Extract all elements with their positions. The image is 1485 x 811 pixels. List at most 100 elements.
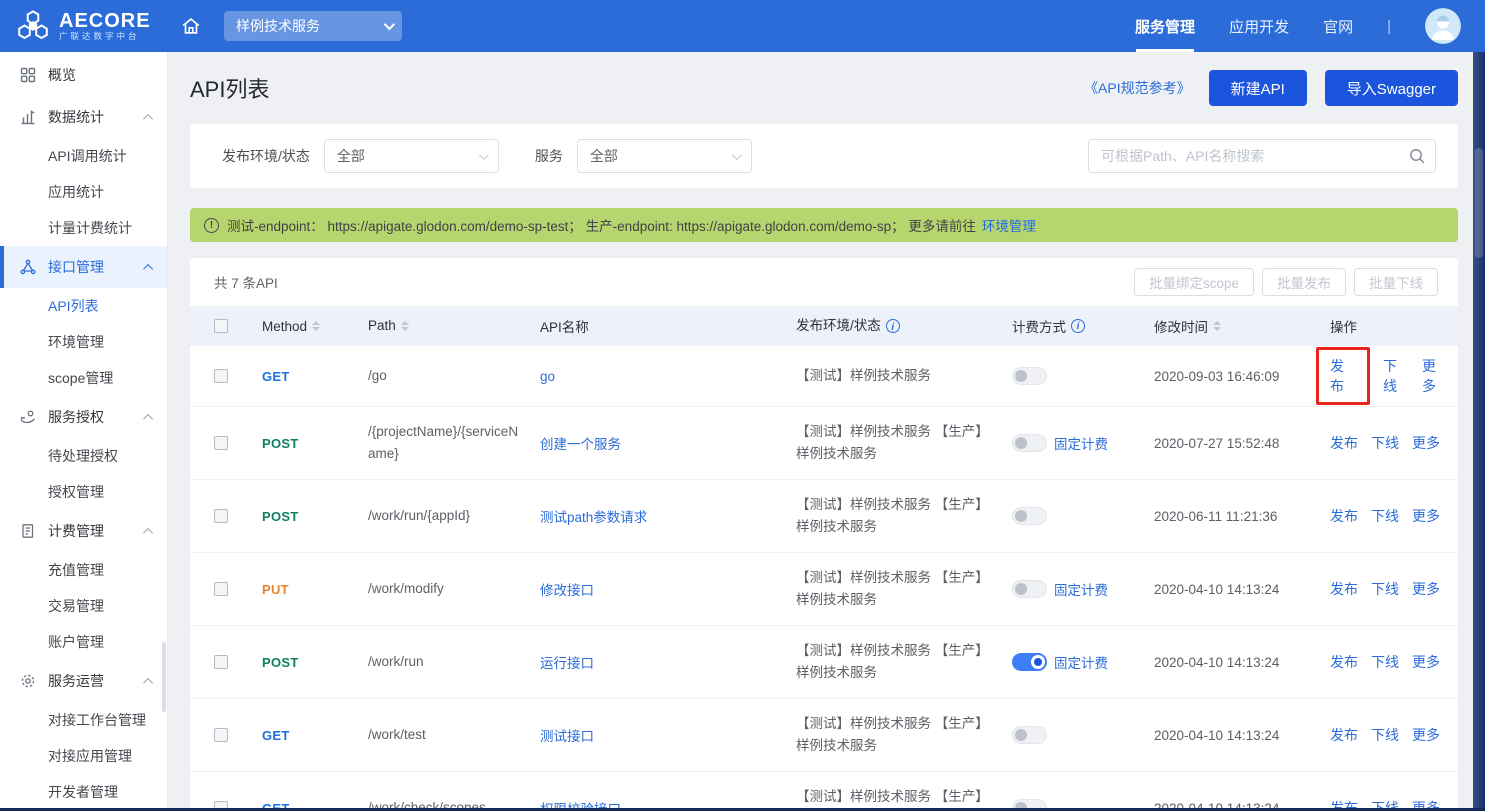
topnav-service-management[interactable]: 服务管理 xyxy=(1135,0,1195,52)
more-link[interactable]: 更多 xyxy=(1422,356,1448,396)
offline-link[interactable]: 下线 xyxy=(1371,725,1399,745)
sort-icon[interactable] xyxy=(312,321,320,331)
row-checkbox[interactable] xyxy=(214,509,228,523)
sidebar-item-metering-billing-stats[interactable]: 计量计费统计 xyxy=(0,210,167,246)
api-name-link[interactable]: go xyxy=(540,369,555,384)
sidebar-group-service-operation[interactable]: 服务运营 xyxy=(0,660,167,702)
table-toolbar: 共 7 条API 批量绑定scope 批量发布 批量下线 xyxy=(190,258,1458,306)
service-select[interactable]: 全部 xyxy=(577,139,752,173)
offline-link[interactable]: 下线 xyxy=(1371,652,1399,672)
topnav-app-development[interactable]: 应用开发 xyxy=(1229,0,1289,52)
page-scrollbar[interactable] xyxy=(1473,52,1485,811)
billing-toggle[interactable] xyxy=(1012,507,1047,525)
sidebar-item-label: 接口管理 xyxy=(48,257,104,277)
sidebar-group-service-authorization[interactable]: 服务授权 xyxy=(0,396,167,438)
sidebar-item-label: 数据统计 xyxy=(48,107,104,127)
import-swagger-button[interactable]: 导入Swagger xyxy=(1325,70,1458,106)
collapse-caret-icon[interactable] xyxy=(143,413,153,423)
billing-type-link[interactable]: 固定计费 xyxy=(1054,579,1108,599)
info-icon[interactable] xyxy=(886,319,900,333)
api-name-link[interactable]: 运行接口 xyxy=(540,652,594,672)
more-link[interactable]: 更多 xyxy=(1412,652,1440,672)
sidebar-item-transaction-management[interactable]: 交易管理 xyxy=(0,588,167,624)
batch-bind-scope-button[interactable]: 批量绑定scope xyxy=(1134,268,1254,296)
row-checkbox[interactable] xyxy=(214,582,228,596)
row-checkbox[interactable] xyxy=(214,436,228,450)
sidebar-item-api-call-stats[interactable]: API调用统计 xyxy=(0,138,167,174)
sidebar-item-account-management[interactable]: 账户管理 xyxy=(0,624,167,660)
column-header-path: Path xyxy=(368,315,396,337)
collapse-caret-icon[interactable] xyxy=(143,113,153,123)
more-link[interactable]: 更多 xyxy=(1412,433,1440,453)
search-input[interactable] xyxy=(1088,139,1436,173)
collapse-caret-icon[interactable] xyxy=(143,527,153,537)
column-header-modified-time: 修改时间 xyxy=(1154,316,1208,336)
info-icon[interactable] xyxy=(1071,319,1085,333)
publish-link[interactable]: 发布 xyxy=(1330,652,1358,672)
sort-icon[interactable] xyxy=(1213,321,1221,331)
home-icon[interactable] xyxy=(180,15,202,37)
collapse-caret-icon[interactable] xyxy=(143,263,153,273)
collapse-caret-icon[interactable] xyxy=(143,677,153,687)
sidebar-item-app-integration[interactable]: 对接应用管理 xyxy=(0,738,167,774)
api-name-link[interactable]: 测试接口 xyxy=(540,725,594,745)
billing-toggle[interactable] xyxy=(1012,367,1047,385)
api-name-link[interactable]: 测试path参数请求 xyxy=(540,506,647,526)
offline-link[interactable]: 下线 xyxy=(1371,579,1399,599)
row-checkbox[interactable] xyxy=(214,728,228,742)
sidebar-scrollbar[interactable] xyxy=(162,642,166,712)
more-link[interactable]: 更多 xyxy=(1412,506,1440,526)
batch-publish-button[interactable]: 批量发布 xyxy=(1262,268,1346,296)
sidebar-item-workbench-integration[interactable]: 对接工作台管理 xyxy=(0,702,167,738)
sidebar-item-recharge-management[interactable]: 充值管理 xyxy=(0,552,167,588)
batch-offline-button[interactable]: 批量下线 xyxy=(1354,268,1438,296)
page-scrollbar-thumb[interactable] xyxy=(1475,148,1483,258)
sidebar-item-pending-authorization[interactable]: 待处理授权 xyxy=(0,438,167,474)
method-badge: POST xyxy=(262,655,299,670)
api-spec-reference-link[interactable]: 《API规范参考》 xyxy=(1084,78,1191,98)
billing-type-link[interactable]: 固定计费 xyxy=(1054,433,1108,453)
publish-link[interactable]: 发布 xyxy=(1330,433,1358,453)
billing-type-link[interactable]: 固定计费 xyxy=(1054,652,1108,672)
api-name-link[interactable]: 修改接口 xyxy=(540,579,594,599)
sidebar-item-authorization-management[interactable]: 授权管理 xyxy=(0,474,167,510)
env-status-select[interactable]: 全部 xyxy=(324,139,499,173)
publish-link[interactable]: 发布 xyxy=(1330,358,1344,394)
row-checkbox[interactable] xyxy=(214,369,228,383)
create-api-button[interactable]: 新建API xyxy=(1209,70,1307,106)
search-icon[interactable] xyxy=(1408,147,1426,170)
billing-toggle[interactable] xyxy=(1012,434,1047,452)
sidebar-item-app-stats[interactable]: 应用统计 xyxy=(0,174,167,210)
brand-logo-icon xyxy=(16,9,50,43)
sidebar-group-api-management[interactable]: 接口管理 xyxy=(0,246,167,288)
offline-link[interactable]: 下线 xyxy=(1371,433,1399,453)
row-checkbox[interactable] xyxy=(214,655,228,669)
billing-management-icon xyxy=(20,523,37,539)
api-table-card: 共 7 条API 批量绑定scope 批量发布 批量下线 Method Path… xyxy=(190,258,1458,811)
sort-icon[interactable] xyxy=(401,321,409,331)
publish-link[interactable]: 发布 xyxy=(1330,579,1358,599)
user-avatar[interactable] xyxy=(1425,8,1461,44)
topnav-official-site[interactable]: 官网 xyxy=(1323,0,1353,52)
sidebar-item-overview[interactable]: 概览 xyxy=(0,54,167,96)
modified-time: 2020-04-10 14:13:24 xyxy=(1154,582,1279,597)
sidebar-item-developer-management[interactable]: 开发者管理 xyxy=(0,774,167,810)
sidebar-item-scope-management[interactable]: scope管理 xyxy=(0,360,167,396)
offline-link[interactable]: 下线 xyxy=(1371,506,1399,526)
api-name-link[interactable]: 创建一个服务 xyxy=(540,433,621,453)
sidebar-item-api-list[interactable]: API列表 xyxy=(0,288,167,324)
sidebar-group-data-statistics[interactable]: 数据统计 xyxy=(0,96,167,138)
sidebar-item-environment-management[interactable]: 环境管理 xyxy=(0,324,167,360)
environment-management-link[interactable]: 环境管理 xyxy=(982,215,1036,235)
billing-toggle[interactable] xyxy=(1012,726,1047,744)
publish-link[interactable]: 发布 xyxy=(1330,506,1358,526)
sidebar-group-billing-management[interactable]: 计费管理 xyxy=(0,510,167,552)
billing-toggle[interactable] xyxy=(1012,653,1047,671)
more-link[interactable]: 更多 xyxy=(1412,579,1440,599)
billing-toggle[interactable] xyxy=(1012,580,1047,598)
more-link[interactable]: 更多 xyxy=(1412,725,1440,745)
publish-link[interactable]: 发布 xyxy=(1330,725,1358,745)
select-all-checkbox[interactable] xyxy=(214,319,228,333)
workspace-selector[interactable]: 样例技术服务 xyxy=(224,11,402,41)
offline-link[interactable]: 下线 xyxy=(1383,356,1409,396)
